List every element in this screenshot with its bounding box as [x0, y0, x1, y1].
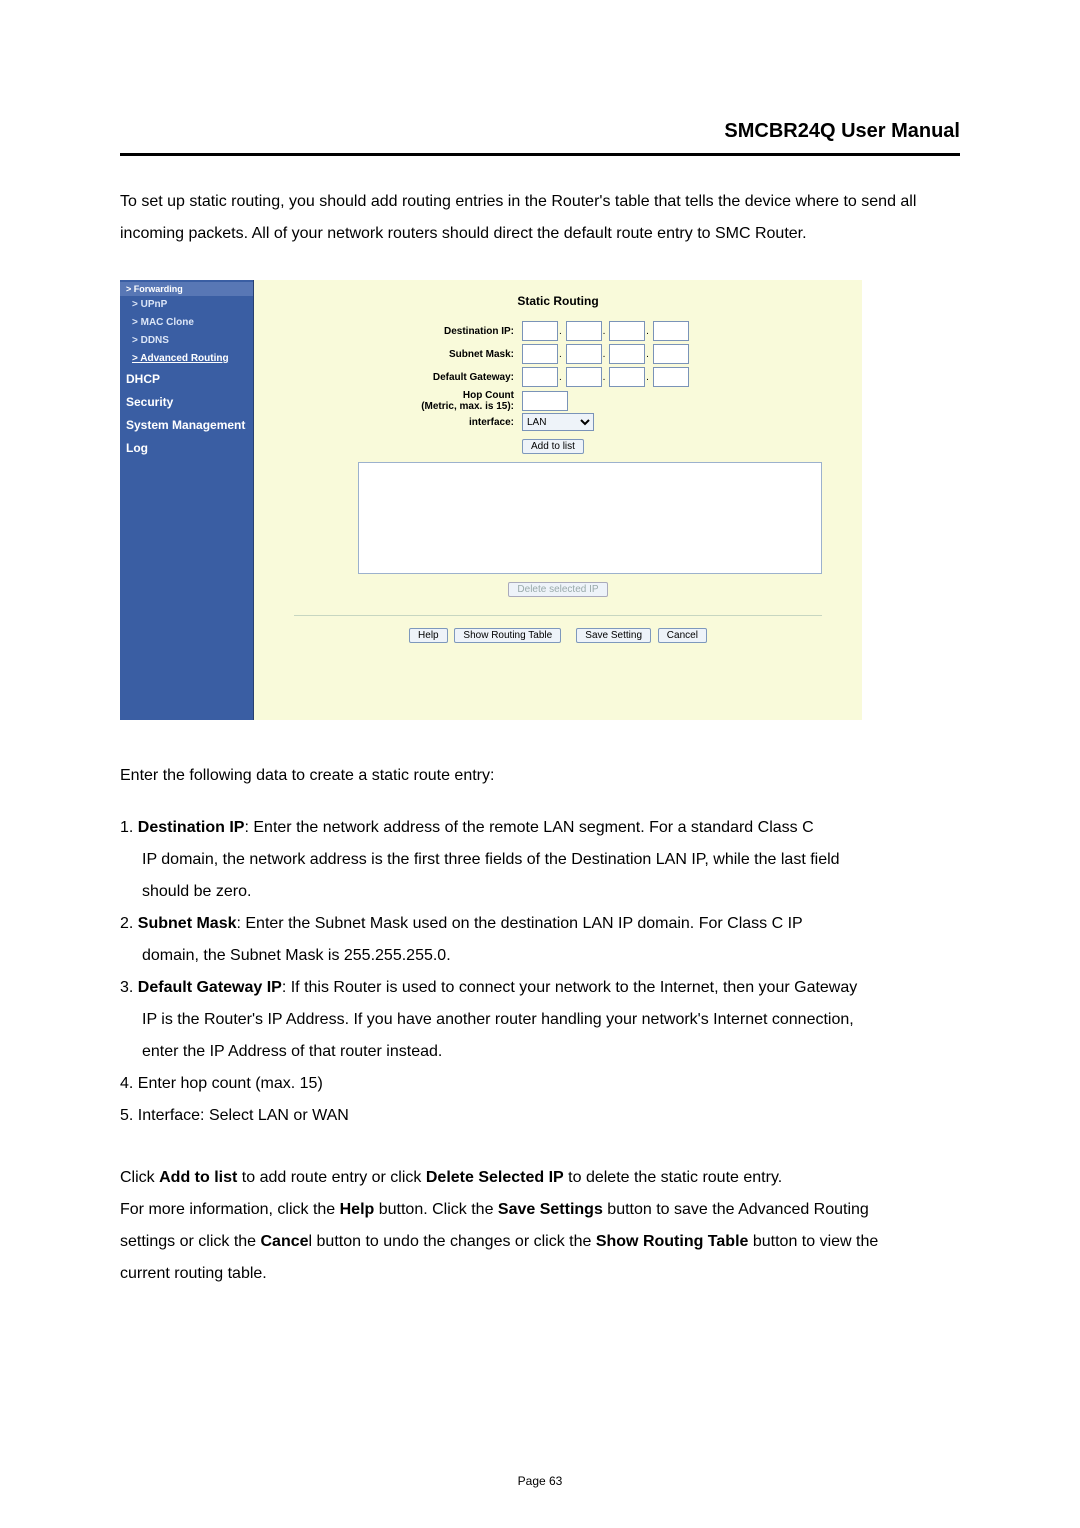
page-number: Page 63	[0, 1474, 1080, 1488]
default-gateway-input: . . .	[522, 367, 689, 387]
subnet-oct-4[interactable]	[653, 344, 689, 364]
delete-selected-ip-button[interactable]: Delete selected IP	[508, 582, 607, 597]
route-list[interactable]	[358, 462, 822, 574]
sidebar-item-ddns[interactable]: > DDNS	[120, 332, 253, 350]
sidebar-item-security[interactable]: Security	[120, 391, 253, 414]
subnet-oct-3[interactable]	[609, 344, 645, 364]
sidebar-item-system-management[interactable]: System Management	[120, 414, 253, 437]
help-button[interactable]: Help	[409, 628, 448, 643]
show-routing-table-button[interactable]: Show Routing Table	[454, 628, 561, 643]
step-3: 3. Default Gateway IP: If this Router is…	[120, 972, 960, 1068]
sidebar-top: > Forwarding	[120, 282, 253, 296]
explain-lead: Enter the following data to create a sta…	[120, 760, 960, 792]
destination-ip-input: . . .	[522, 321, 689, 341]
step-4: 4. Enter hop count (max. 15)	[120, 1068, 960, 1100]
footer-text: Click Add to list to add route entry or …	[120, 1162, 960, 1290]
sidebar-item-upnp[interactable]: > UPnP	[120, 296, 253, 314]
separator	[294, 615, 822, 616]
label-hop-count: Hop Count (Metric, max. is 15):	[254, 390, 522, 412]
page-title: SMCBR24Q User Manual	[120, 120, 960, 156]
step-5: 5. Interface: Select LAN or WAN	[120, 1100, 960, 1132]
sidebar: > Forwarding > UPnP > MAC Clone > DDNS >…	[120, 280, 254, 720]
save-setting-button[interactable]: Save Setting	[576, 628, 651, 643]
action-row: Help Show Routing Table Save Setting Can…	[254, 628, 862, 643]
dest-ip-oct-4[interactable]	[653, 321, 689, 341]
subnet-oct-2[interactable]	[566, 344, 602, 364]
label-destination-ip: Destination IP:	[254, 326, 522, 337]
intro-text: To set up static routing, you should add…	[120, 186, 960, 250]
sidebar-item-dhcp[interactable]: DHCP	[120, 368, 253, 391]
dest-ip-oct-2[interactable]	[566, 321, 602, 341]
pane-title: Static Routing	[254, 280, 862, 318]
router-screenshot: > Forwarding > UPnP > MAC Clone > DDNS >…	[120, 280, 862, 720]
step-2: 2. Subnet Mask: Enter the Subnet Mask us…	[120, 908, 960, 972]
sidebar-item-mac-clone[interactable]: > MAC Clone	[120, 314, 253, 332]
label-interface: interface:	[254, 417, 522, 428]
add-to-list-button[interactable]: Add to list	[522, 439, 584, 454]
cancel-button[interactable]: Cancel	[658, 628, 707, 643]
gw-oct-4[interactable]	[653, 367, 689, 387]
dest-ip-oct-1[interactable]	[522, 321, 558, 341]
dest-ip-oct-3[interactable]	[609, 321, 645, 341]
gw-oct-2[interactable]	[566, 367, 602, 387]
sidebar-item-log[interactable]: Log	[120, 437, 253, 460]
label-subnet-mask: Subnet Mask:	[254, 349, 522, 360]
sidebar-item-advanced-routing[interactable]: > Advanced Routing	[120, 350, 253, 368]
label-default-gateway: Default Gateway:	[254, 372, 522, 383]
gw-oct-3[interactable]	[609, 367, 645, 387]
interface-select[interactable]: LAN	[522, 413, 594, 431]
subnet-mask-input: . . .	[522, 344, 689, 364]
advanced-routing-link[interactable]: > Advanced Routing	[132, 353, 229, 364]
gw-oct-1[interactable]	[522, 367, 558, 387]
steps-list: 1. Destination IP: Enter the network add…	[120, 812, 960, 1132]
main-pane: Static Routing Destination IP: . . . Sub…	[254, 280, 862, 720]
hop-count-input[interactable]	[522, 391, 568, 411]
subnet-oct-1[interactable]	[522, 344, 558, 364]
step-1: 1. Destination IP: Enter the network add…	[120, 812, 960, 908]
